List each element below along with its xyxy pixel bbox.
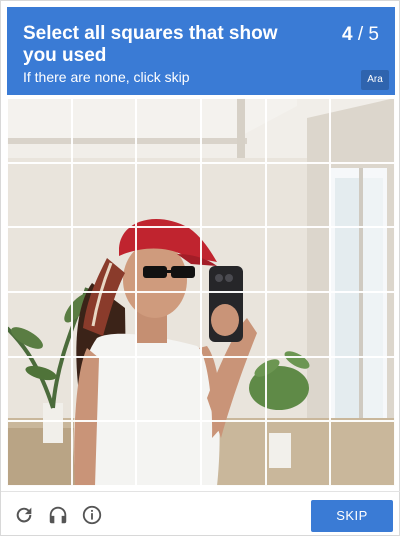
grid-tile[interactable] (265, 356, 331, 422)
tile-grid (7, 98, 395, 486)
grid-tile[interactable] (265, 421, 331, 486)
grid-tile[interactable] (71, 421, 137, 486)
grid-tile[interactable] (330, 227, 395, 292)
grid-tile[interactable] (330, 162, 395, 228)
grid-tile[interactable] (200, 162, 266, 228)
grid-tile[interactable] (200, 421, 266, 486)
grid-tile[interactable] (330, 421, 395, 486)
grid-tile[interactable] (265, 162, 331, 228)
grid-tile[interactable] (200, 291, 266, 357)
grid-tile[interactable] (7, 291, 72, 357)
grid-tile[interactable] (200, 356, 266, 422)
skip-button[interactable]: SKIP (311, 500, 393, 532)
refresh-icon[interactable] (13, 504, 35, 526)
grid-tile[interactable] (330, 98, 395, 163)
captcha-header: Select all squares that show you used If… (7, 7, 395, 95)
info-icon[interactable] (81, 504, 103, 526)
grid-tile[interactable] (200, 98, 266, 163)
grid-tile[interactable] (136, 421, 201, 486)
instruction-title: Select all squares that show you used (23, 23, 278, 66)
captcha-frame: Select all squares that show you used If… (0, 0, 400, 536)
grid-tile[interactable] (71, 227, 137, 292)
captcha-footer: SKIP (1, 491, 400, 536)
headphones-icon[interactable] (47, 504, 69, 526)
grid-tile[interactable] (71, 162, 137, 228)
counter-current: 4 (342, 24, 353, 45)
grid-tile[interactable] (136, 356, 201, 422)
grid-tile[interactable] (136, 291, 201, 357)
grid-tile[interactable] (7, 227, 72, 292)
grid-tile[interactable] (265, 291, 331, 357)
grid-tile[interactable] (71, 98, 137, 163)
grid-tile[interactable] (7, 356, 72, 422)
grid-tile[interactable] (136, 162, 201, 228)
grid-tile[interactable] (330, 291, 395, 357)
counter-total: 5 (368, 24, 379, 45)
grid-tile[interactable] (71, 291, 137, 357)
grid-tile[interactable] (7, 162, 72, 228)
grid-tile[interactable] (136, 98, 201, 163)
grid-tile[interactable] (265, 98, 331, 163)
grid-tile[interactable] (7, 98, 72, 163)
instruction-subtitle: If there are none, click skip (23, 69, 190, 85)
grid-tile[interactable] (330, 356, 395, 422)
grid-tile[interactable] (71, 356, 137, 422)
grid-tile[interactable] (200, 227, 266, 292)
grid-tile[interactable] (7, 421, 72, 486)
language-button[interactable]: Ara (361, 70, 389, 90)
grid-tile[interactable] (136, 227, 201, 292)
grid-tile[interactable] (265, 227, 331, 292)
challenge-counter: 4 / 5 (342, 24, 379, 45)
